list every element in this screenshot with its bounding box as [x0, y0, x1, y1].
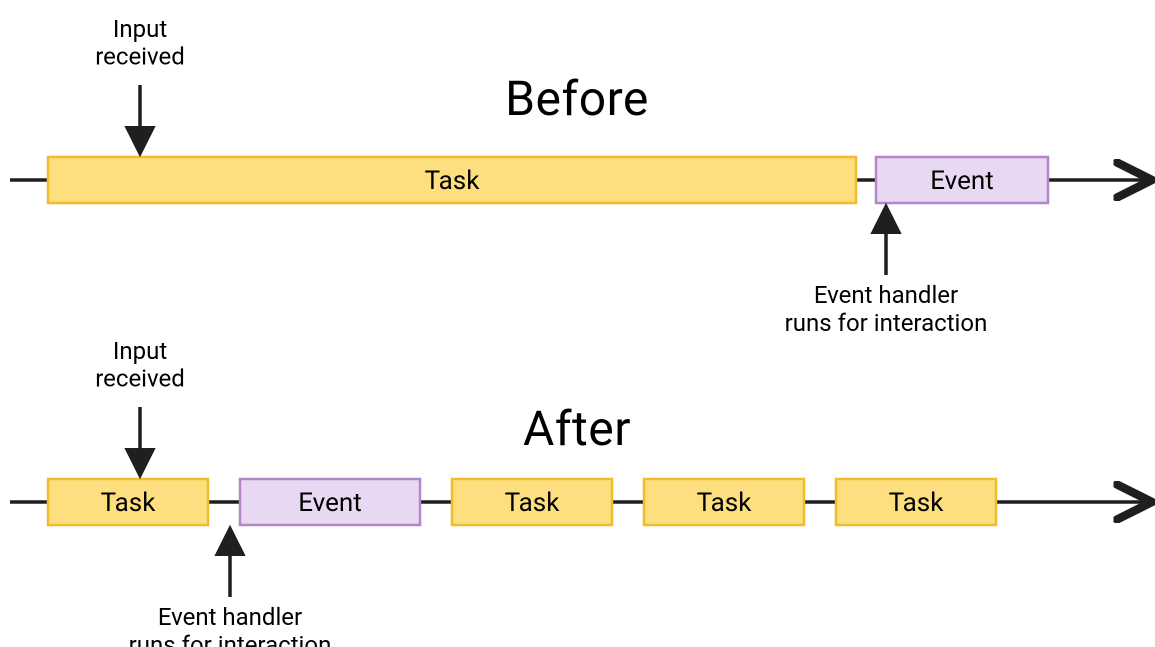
timeline-block-event: Event [876, 157, 1048, 203]
event-handler-label-l2: runs for interaction [785, 309, 988, 337]
input-received-arrow: Inputreceived [95, 337, 185, 473]
event-handler-label-l1: Event handler [158, 603, 302, 631]
event-handler-label-l1: Event handler [814, 281, 958, 309]
timeline-block-event: Event [240, 479, 420, 525]
event-handler-arrow: Event handler runs for interaction [129, 531, 332, 647]
block-label: Event [298, 488, 362, 518]
timeline-block-task-3: Task [644, 479, 804, 525]
input-received-label: Inputreceived [95, 337, 185, 393]
heading-before: Before [505, 70, 649, 127]
block-label: Task [697, 488, 753, 518]
timeline-block-task-long: Task [48, 157, 856, 203]
input-received-label: Inputreceived [95, 15, 185, 71]
before-timeline: Task Event Inputreceived Event handler ru… [10, 15, 1145, 337]
block-label: Event [930, 166, 994, 196]
block-label: Task [425, 166, 481, 196]
input-received-arrow: Inputreceived [95, 15, 185, 151]
heading-after: After [523, 400, 631, 457]
timeline-block-task-4: Task [836, 479, 996, 525]
event-handler-arrow: Event handler runs for interaction [785, 209, 988, 337]
after-timeline: Task Event Task Task Task Inputreceived Even… [10, 337, 1145, 647]
block-label: Task [101, 488, 157, 518]
block-label: Task [505, 488, 561, 518]
block-label: Task [889, 488, 945, 518]
timeline-block-task-2: Task [452, 479, 612, 525]
timeline-block-task-1: Task [48, 479, 208, 525]
event-handler-label-l2: runs for interaction [129, 631, 332, 647]
